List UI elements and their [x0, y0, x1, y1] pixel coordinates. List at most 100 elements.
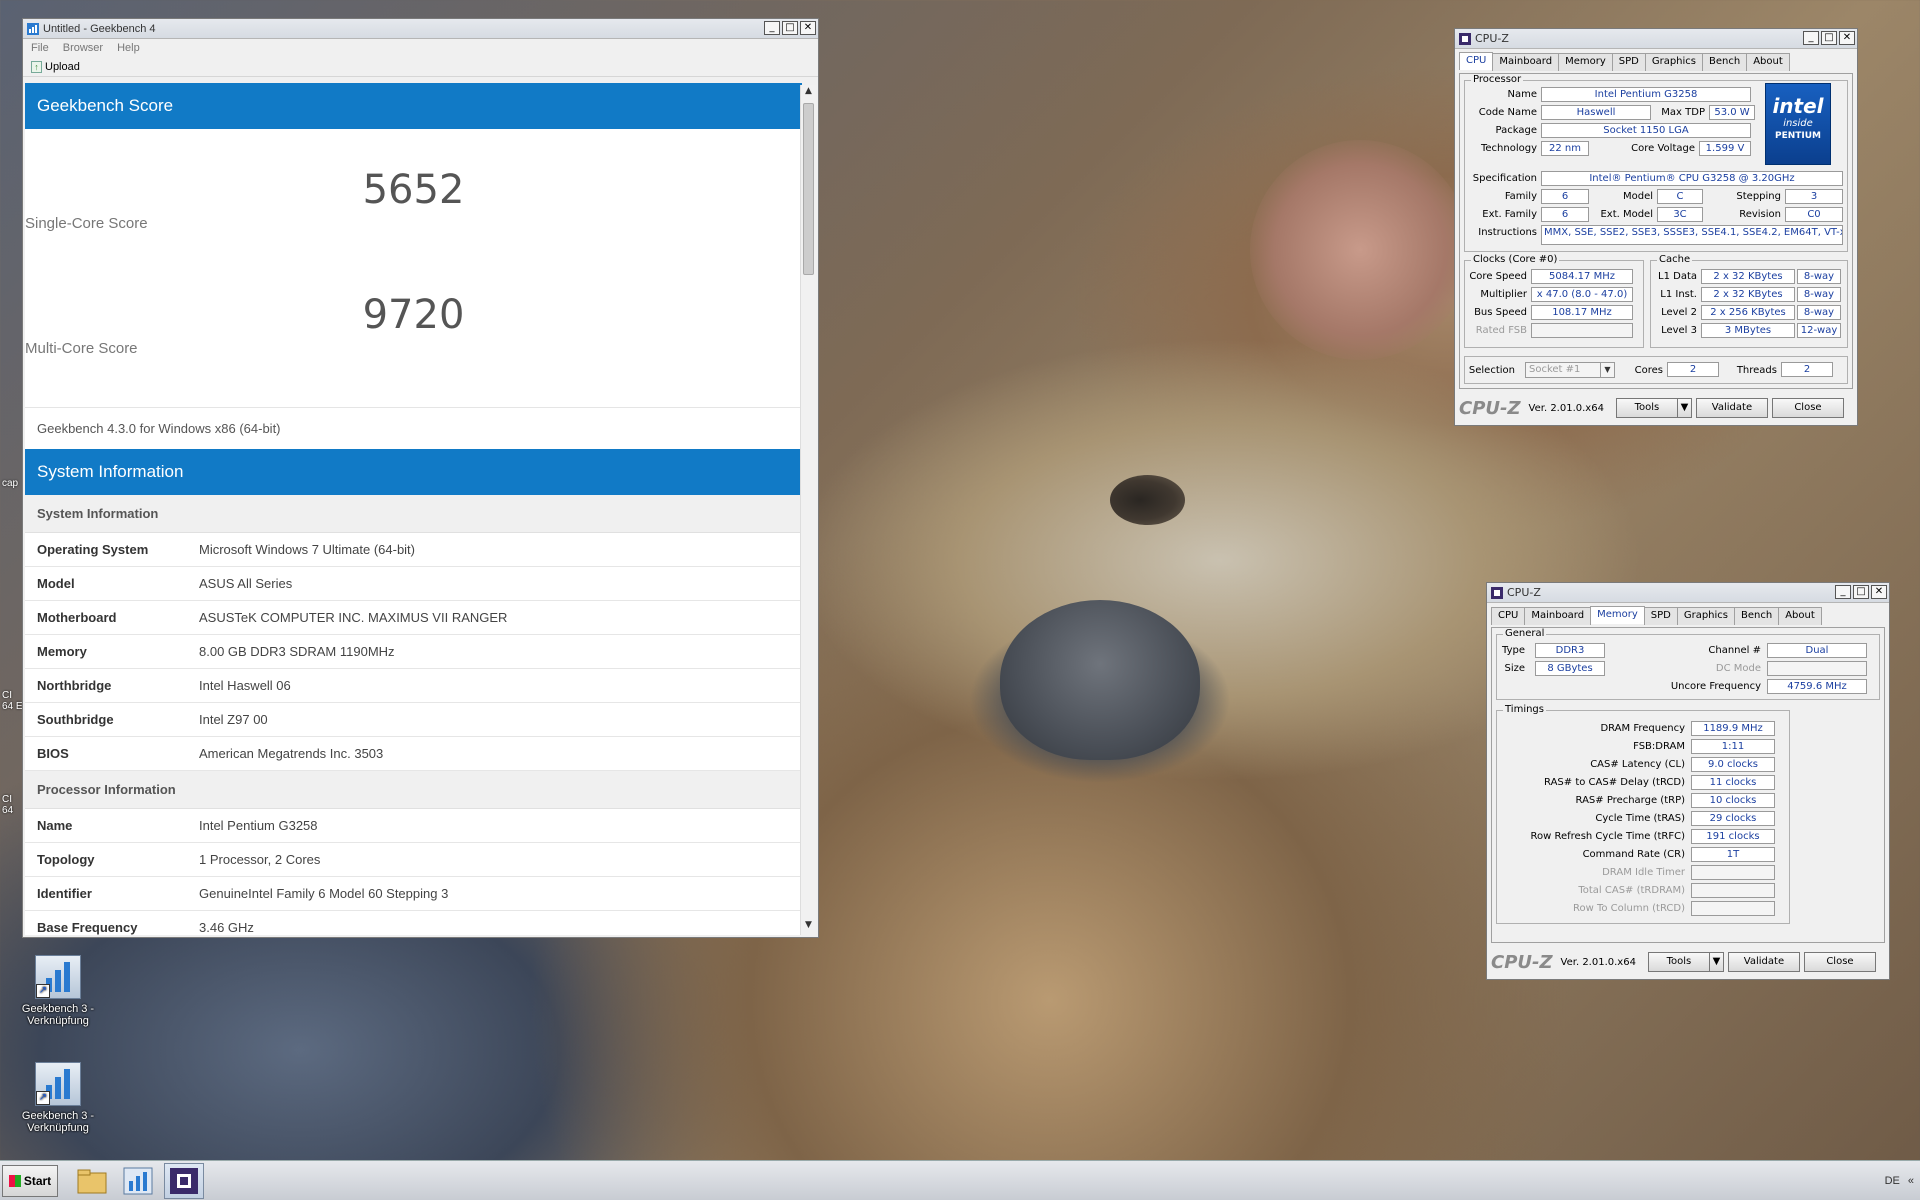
tab-mainboard[interactable]: Mainboard — [1492, 53, 1560, 71]
info-value: Intel Z97 00 — [199, 712, 268, 727]
cpuz-tabbar: CPU Mainboard Memory SPD Graphics Bench … — [1459, 52, 1790, 71]
memory-type-value: DDR3 — [1535, 643, 1605, 658]
info-value: GenuineIntel Family 6 Model 60 Stepping … — [199, 886, 449, 901]
section-header: Geekbench Score — [25, 83, 802, 129]
minimize-button[interactable]: _ — [1803, 31, 1819, 45]
language-indicator[interactable]: DE — [1885, 1175, 1900, 1187]
tab-bench[interactable]: Bench — [1702, 53, 1748, 71]
tab-about[interactable]: About — [1778, 607, 1822, 625]
corevoltage-value: 1.599 V — [1699, 141, 1751, 156]
minimize-button[interactable]: _ — [1835, 585, 1851, 599]
cpuz-version: Ver. 2.01.0.x64 — [1560, 956, 1636, 968]
scroll-thumb[interactable] — [803, 103, 814, 275]
l2-label: Level 2 — [1661, 307, 1697, 318]
validate-button[interactable]: Validate — [1695, 398, 1768, 418]
l1data-ways: 8-way — [1797, 269, 1841, 284]
dcmode-label: DC Mode — [1715, 663, 1761, 674]
validate-button[interactable]: Validate — [1727, 952, 1800, 972]
taskbar-cpuz[interactable] — [164, 1162, 204, 1199]
cpuz-close-button[interactable]: Close — [1803, 952, 1876, 972]
tab-memory[interactable]: Memory — [1558, 53, 1613, 71]
tab-cpu[interactable]: CPU — [1491, 607, 1526, 625]
tab-spd[interactable]: SPD — [1643, 607, 1678, 625]
cores-value: 2 — [1667, 362, 1719, 377]
l3-value: 3 MBytes — [1701, 323, 1795, 338]
scroll-up-icon[interactable]: ▲ — [802, 86, 815, 100]
tray-expand-icon[interactable]: « — [1908, 1175, 1914, 1187]
upload-icon: ↑ — [31, 60, 42, 73]
maxtdp-label: Max TDP — [1661, 107, 1705, 118]
close-button[interactable]: ✕ — [1871, 585, 1887, 599]
minimize-button[interactable]: _ — [764, 21, 780, 35]
tab-mainboard[interactable]: Mainboard — [1524, 607, 1592, 625]
timing-label: Command Rate (CR) — [1582, 849, 1685, 860]
cpuz-brand: CPU-Z — [1491, 951, 1553, 973]
windows-flag-icon — [8, 1174, 21, 1187]
info-key: Northbridge — [37, 678, 112, 693]
timing-value — [1691, 865, 1775, 880]
taskbar-explorer[interactable] — [72, 1163, 112, 1199]
menu-help[interactable]: Help — [117, 42, 140, 54]
info-key: Topology — [37, 852, 95, 867]
upload-button[interactable]: ↑ Upload — [31, 60, 80, 73]
intel-pentium-logo: intel inside PENTIUM — [1765, 83, 1831, 165]
cpuz-titlebar[interactable]: CPU-Z _ □ ✕ — [1455, 29, 1857, 49]
maximize-button[interactable]: □ — [1853, 585, 1869, 599]
cores-label: Cores — [1634, 365, 1663, 376]
corespeed-label: Core Speed — [1469, 271, 1527, 282]
desktop-icon-geekbench3[interactable]: ↗ Geekbench 3 - Verknüpfung — [18, 955, 98, 1027]
tools-button[interactable]: Tools ▼ — [1647, 952, 1724, 972]
maximize-button[interactable]: □ — [782, 21, 798, 35]
timing-label: FSB:DRAM — [1633, 741, 1685, 752]
vertical-scrollbar[interactable]: ▲ ▼ — [800, 85, 816, 935]
close-button[interactable]: ✕ — [800, 21, 816, 35]
cpuz-close-button[interactable]: Close — [1771, 398, 1844, 418]
info-row: Identifier GenuineIntel Family 6 Model 60… — [25, 877, 802, 911]
cpuz-app-icon — [1459, 32, 1471, 45]
timing-value: 191 clocks — [1691, 829, 1775, 844]
tools-button[interactable]: Tools ▼ — [1615, 398, 1692, 418]
sub-header: Processor Information — [25, 771, 802, 809]
close-button[interactable]: ✕ — [1839, 31, 1855, 45]
timing-value: 1189.9 MHz — [1691, 721, 1775, 736]
model-label: Model — [1622, 191, 1653, 202]
geekbench-titlebar[interactable]: Untitled - Geekbench 4 _ □ ✕ — [23, 19, 818, 39]
tab-spd[interactable]: SPD — [1611, 53, 1646, 71]
taskbar-geekbench[interactable] — [118, 1163, 158, 1199]
cpuz-footer: CPU-Z Ver. 2.01.0.x64 Tools ▼ Validate C… — [1491, 949, 1880, 975]
results-view[interactable]: Geekbench Score 5652 Single-Core Score 9… — [25, 83, 802, 935]
desktop-icon-label: Geekbench 3 - Verknüpfung — [21, 1003, 95, 1027]
group-label: Timings — [1503, 704, 1546, 715]
tab-bench[interactable]: Bench — [1734, 607, 1780, 625]
info-row: BIOS American Megatrends Inc. 3503 — [25, 737, 802, 771]
info-key: Operating System — [37, 542, 149, 557]
desktop-icon-geekbench3[interactable]: ↗ Geekbench 3 - Verknüpfung — [18, 1062, 98, 1134]
corevoltage-label: Core Voltage — [1631, 143, 1695, 154]
multi-core-score-block: 9720 Multi-Core Score — [25, 268, 802, 407]
memory-size-value: 8 GBytes — [1535, 661, 1605, 676]
uncore-label: Uncore Frequency — [1670, 681, 1761, 692]
tab-graphics[interactable]: Graphics — [1644, 53, 1704, 71]
l2-value: 2 x 256 KBytes — [1701, 305, 1795, 320]
tab-memory[interactable]: Memory — [1590, 606, 1645, 624]
scroll-down-icon[interactable]: ▼ — [802, 920, 815, 934]
tab-about[interactable]: About — [1746, 53, 1790, 71]
shortcut-arrow-icon: ↗ — [36, 984, 50, 998]
maxtdp-value: 53.0 W — [1709, 105, 1755, 120]
cpuz-titlebar[interactable]: CPU-Z _ □ ✕ — [1487, 583, 1889, 603]
package-value: Socket 1150 LGA — [1541, 123, 1751, 138]
multi-core-score: 9720 — [362, 292, 465, 338]
menu-file[interactable]: File — [31, 42, 49, 54]
codename-value: Haswell — [1541, 105, 1651, 120]
revision-value: C0 — [1785, 207, 1843, 222]
maximize-button[interactable]: □ — [1821, 31, 1837, 45]
system-tray: DE « — [1885, 1161, 1920, 1200]
socket-select[interactable]: Socket #1 ▼ — [1525, 362, 1615, 378]
tab-cpu[interactable]: CPU — [1459, 52, 1494, 70]
chevron-down-icon: ▼ — [1600, 363, 1614, 377]
group-label: Clocks (Core #0) — [1471, 254, 1560, 265]
tab-graphics[interactable]: Graphics — [1676, 607, 1736, 625]
start-button[interactable]: Start — [2, 1164, 58, 1197]
menu-browser[interactable]: Browser — [63, 42, 103, 54]
info-value: Intel Pentium G3258 — [199, 818, 318, 833]
